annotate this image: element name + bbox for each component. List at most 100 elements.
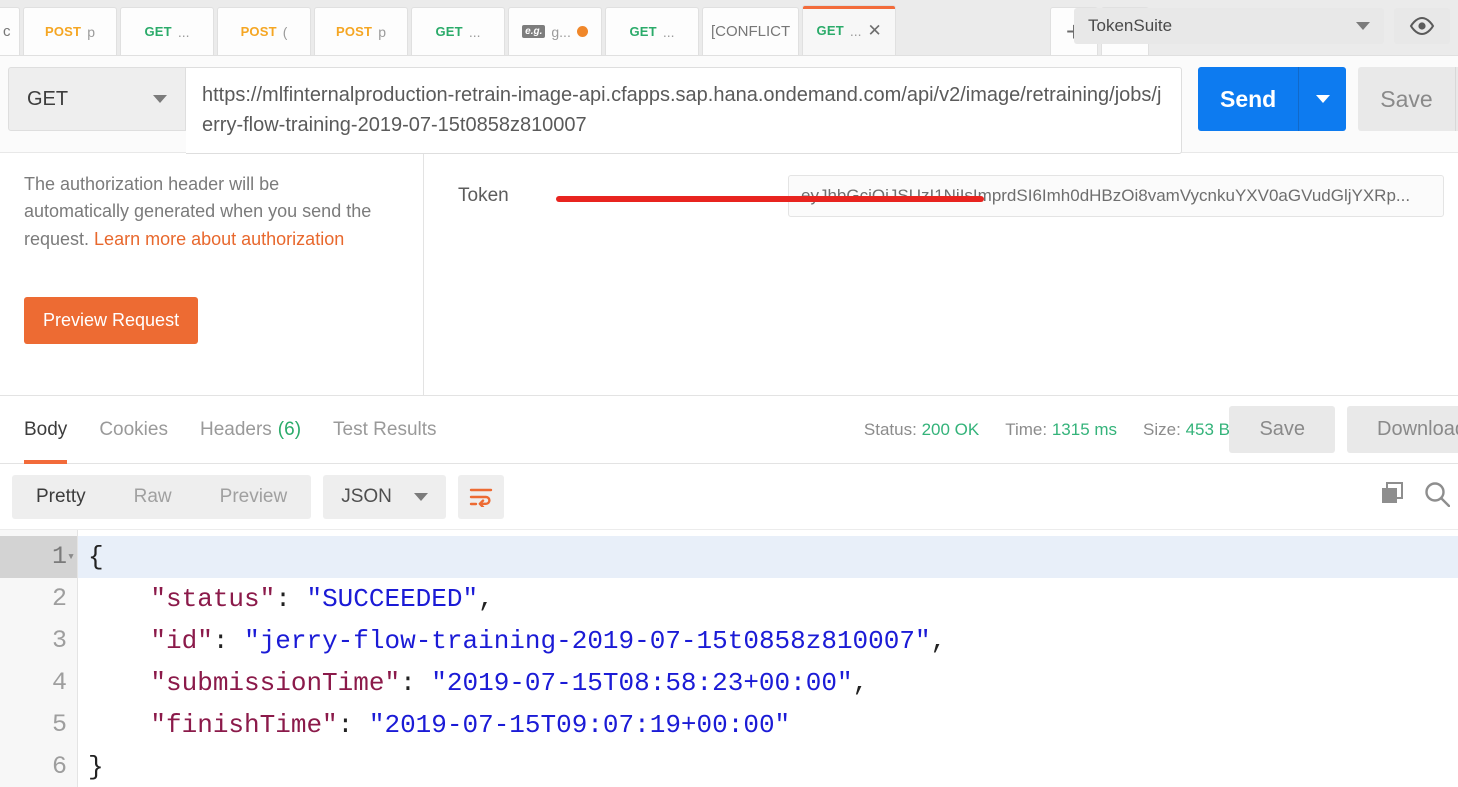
tab-headers[interactable]: Headers (6): [200, 396, 301, 464]
chevron-down-icon: [153, 95, 167, 103]
response-tab-bar: Body Cookies Headers (6) Test Results Sta…: [0, 396, 1458, 464]
time-metric: Time: 1315 ms: [1005, 420, 1117, 440]
tab-method-label: POST: [45, 24, 82, 39]
search-button[interactable]: [1424, 481, 1451, 512]
tab-test-results[interactable]: Test Results: [333, 396, 436, 464]
send-save-group: Send Save: [1198, 67, 1458, 131]
json-value: "jerry-flow-training-2019-07-15t0858z810…: [244, 626, 931, 656]
request-tab[interactable]: POST p: [314, 7, 408, 55]
token-field-label: Token: [458, 185, 509, 206]
word-wrap-button[interactable]: [457, 474, 504, 519]
chevron-down-icon: [1356, 22, 1370, 30]
download-response-button[interactable]: Download: [1347, 406, 1458, 453]
save-response-button[interactable]: Save: [1229, 406, 1336, 453]
word-wrap-icon: [469, 488, 493, 507]
json-punctuation: {: [88, 542, 104, 572]
unsaved-indicator-icon: [576, 26, 588, 37]
size-value[interactable]: 453 B: [1186, 420, 1230, 439]
json-punctuation: [88, 710, 150, 740]
copy-icon: [1382, 482, 1403, 503]
request-tab[interactable]: e.g. g...: [508, 7, 602, 55]
status-label: Status:: [863, 419, 917, 439]
tab-test-results-label: Test Results: [333, 418, 437, 440]
environment-selector[interactable]: TokenSuite: [1074, 8, 1384, 44]
code-line: "status": "SUCCEEDED",: [78, 578, 1458, 620]
json-punctuation: ,: [930, 626, 947, 656]
environment-quick-look-button[interactable]: [1394, 8, 1450, 44]
time-value[interactable]: 1315 ms: [1052, 420, 1117, 439]
status-metric: Status: 200 OK: [864, 420, 979, 440]
close-icon[interactable]: ✕: [868, 22, 882, 39]
response-body-icons: [1380, 481, 1451, 512]
response-body-toolbar: Pretty Raw Preview JSON: [0, 464, 1458, 529]
tab-cookies[interactable]: Cookies: [99, 396, 168, 464]
tab-title: ...: [468, 23, 481, 40]
request-tab[interactable]: c: [0, 7, 20, 55]
chevron-down-icon: [1315, 95, 1330, 103]
tab-title: [CONFLICT: [711, 23, 791, 40]
request-tab[interactable]: POST (: [217, 7, 311, 55]
request-tab[interactable]: [CONFLICT: [702, 7, 800, 55]
json-punctuation: :: [275, 584, 307, 614]
view-mode-group: Pretty Raw Preview: [12, 474, 312, 519]
code-line: }: [78, 746, 1458, 787]
send-button[interactable]: Send: [1198, 67, 1347, 131]
request-tab-bar: c POST p GET... POST (POST p GET... e.g. g... GET.…: [0, 0, 1458, 56]
request-tab[interactable]: POST p: [23, 7, 117, 55]
tab-method-label: POST: [240, 24, 277, 39]
url-input[interactable]: https://mlfinternalproduction-retrain-im…: [186, 67, 1182, 155]
size-metric: Size: 453 B: [1143, 420, 1230, 440]
response-format-value: JSON: [341, 485, 392, 507]
example-badge-icon: e.g.: [522, 25, 546, 38]
http-method-selector[interactable]: GET: [8, 67, 186, 131]
line-number: 4: [51, 668, 67, 697]
view-mode-pretty[interactable]: Pretty: [12, 475, 110, 519]
json-punctuation: :: [400, 668, 432, 698]
url-highlight-annotation: [556, 196, 984, 202]
copy-button[interactable]: [1380, 481, 1406, 512]
code-line: "finishTime": "2019-07-15T09:07:19+00:00…: [78, 704, 1458, 746]
eye-icon: [1409, 17, 1435, 35]
save-request-button[interactable]: Save: [1358, 67, 1458, 131]
learn-more-link[interactable]: Learn more about authorization: [94, 229, 344, 249]
authorization-help-text: The authorization header will be automat…: [24, 171, 380, 253]
json-punctuation: ,: [478, 584, 494, 614]
response-format-selector[interactable]: JSON: [323, 474, 446, 519]
json-code-content[interactable]: { "status": "SUCCEEDED", "id": "jerry-fl…: [78, 530, 1458, 787]
tab-title: p: [378, 23, 386, 40]
chevron-down-icon: [413, 492, 428, 501]
request-tab[interactable]: GET... ✕: [802, 5, 897, 55]
http-method-value: GET: [27, 87, 69, 110]
line-number: 3: [51, 626, 67, 655]
save-button-label: Save: [1380, 85, 1433, 112]
json-punctuation: :: [212, 626, 245, 656]
tab-method-label: GET: [144, 24, 172, 39]
size-label: Size:: [1143, 419, 1181, 439]
line-number: 2: [51, 584, 67, 613]
tab-headers-label: Headers: [199, 418, 272, 440]
view-mode-raw[interactable]: Raw: [110, 475, 196, 519]
authorization-fields-column: Token eyJhbGciOiJSUzI1NiIsImprdSI6Imh0dH…: [424, 153, 1458, 395]
code-line: {: [78, 536, 1458, 578]
view-mode-preview[interactable]: Preview: [196, 475, 312, 519]
send-button-label: Send: [1220, 85, 1277, 112]
line-number: 5: [51, 710, 67, 739]
request-tab[interactable]: GET...: [411, 7, 505, 55]
preview-request-button[interactable]: Preview Request: [24, 297, 199, 345]
json-punctuation: [88, 626, 150, 656]
json-key: "status": [150, 584, 276, 614]
fold-toggle-icon[interactable]: ▾: [67, 536, 75, 578]
tab-method-label: GET: [435, 24, 463, 39]
line-number: 6: [51, 752, 67, 781]
json-punctuation: ,: [852, 668, 869, 698]
response-actions: Save Download: [1229, 406, 1458, 453]
send-options-button[interactable]: [1298, 67, 1346, 131]
status-value[interactable]: 200 OK: [922, 420, 980, 439]
request-tab[interactable]: GET...: [605, 7, 699, 55]
tab-strip[interactable]: c POST p GET... POST (POST p GET... e.g. g... GET.…: [0, 0, 1050, 55]
line-number-gutter: 1 ▾ 2 3 4 5 6: [0, 530, 78, 787]
tab-title: g...: [551, 23, 571, 40]
request-tab[interactable]: GET...: [120, 7, 214, 55]
search-icon: [1425, 482, 1451, 508]
tab-body[interactable]: Body: [24, 396, 68, 464]
